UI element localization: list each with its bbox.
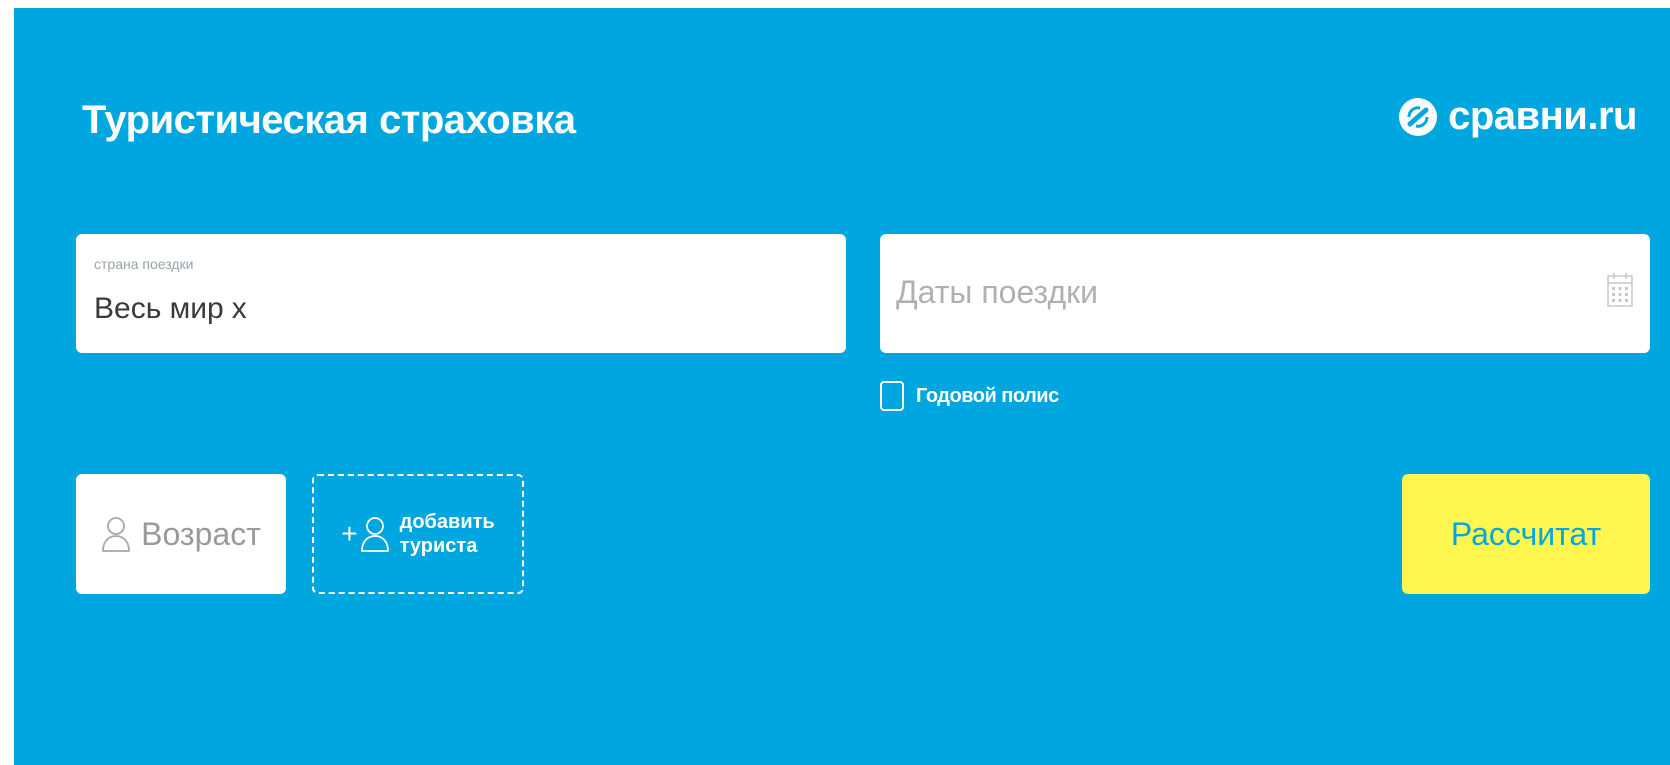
add-tourist-button[interactable]: + добавить туриста: [312, 474, 524, 594]
add-tourist-label: добавить туриста: [400, 510, 495, 558]
country-field-value-row: Весь мир x: [94, 292, 247, 326]
country-field-label: страна поездки: [94, 256, 194, 272]
logo-text: сравни.ru: [1448, 94, 1637, 138]
add-tourist-label-line1: добавить: [399, 511, 495, 533]
trip-dates-field[interactable]: Даты поездки: [880, 234, 1650, 353]
plus-icon: +: [341, 518, 358, 549]
insurance-widget: Туристическая страховка сравни.ru страна…: [14, 8, 1670, 765]
country-value: Весь мир: [94, 292, 224, 325]
person-icon: [102, 517, 131, 552]
country-field[interactable]: страна поездки Весь мир x: [76, 234, 846, 353]
trip-dates-placeholder: Даты поездки: [896, 274, 1099, 310]
logo-icon: [1399, 97, 1438, 136]
brand-logo[interactable]: сравни.ru: [1398, 94, 1637, 139]
age-field[interactable]: Возраст: [76, 474, 286, 594]
annual-policy-option[interactable]: Годовой полис: [880, 381, 1059, 411]
person-icon: [360, 517, 389, 552]
annual-policy-checkbox[interactable]: [880, 381, 904, 411]
annual-policy-label: Годовой полис: [916, 384, 1059, 407]
calendar-icon[interactable]: [1606, 272, 1634, 308]
page-title: Туристическая страховка: [82, 98, 576, 142]
age-placeholder: Возраст: [141, 515, 261, 552]
add-tourist-label-line2: туриста: [399, 535, 478, 557]
clear-country-button[interactable]: x: [232, 292, 247, 326]
calculate-button[interactable]: Рассчитат: [1402, 474, 1650, 594]
